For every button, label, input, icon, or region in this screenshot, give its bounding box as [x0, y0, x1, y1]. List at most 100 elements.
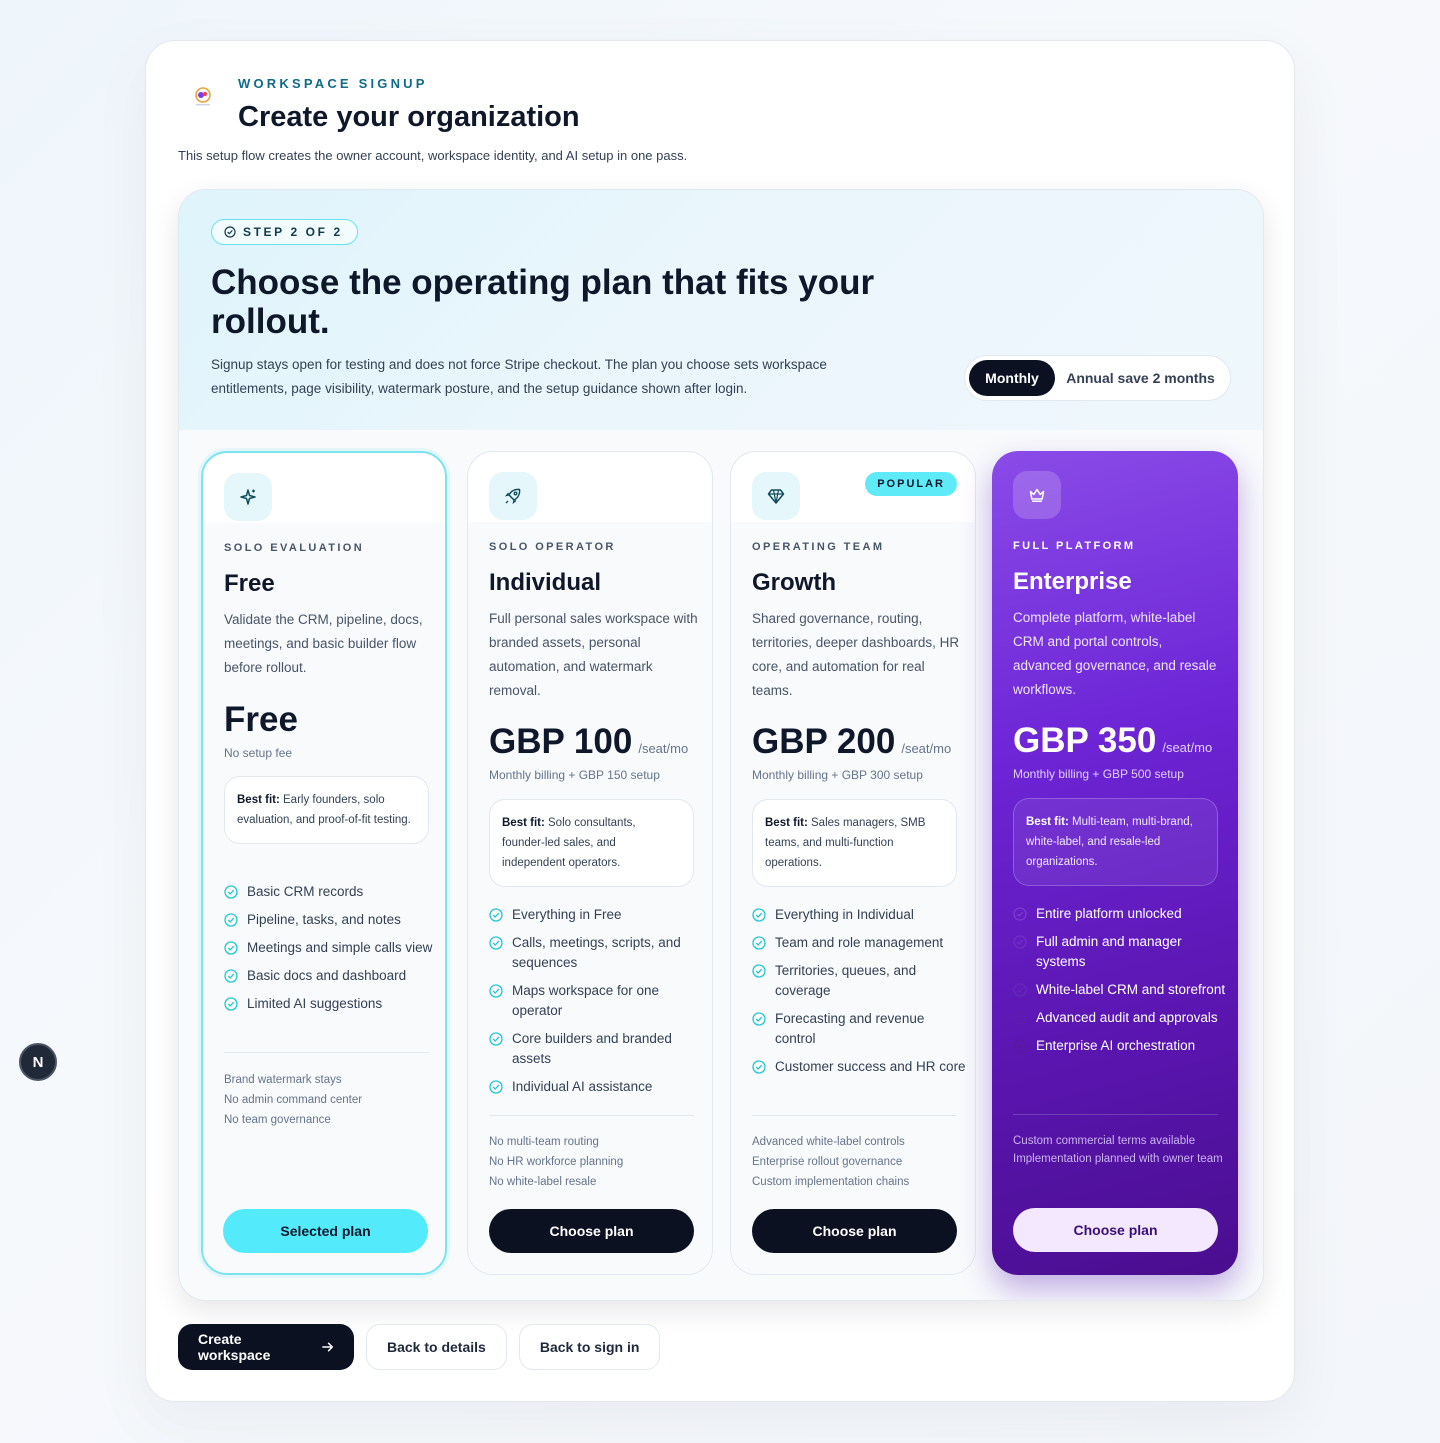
section-eyebrow: WORKSPACE SIGNUP	[238, 76, 428, 91]
hero-title: Choose the operating plan that fits your…	[211, 263, 875, 341]
feature-item: Calls, meetings, scripts, and sequences	[489, 933, 704, 973]
plan-tier: SOLO OPERATOR	[489, 541, 616, 553]
billing-annual-button[interactable]: Annual save 2 months	[1055, 360, 1226, 396]
brand-logo-icon	[195, 87, 211, 106]
check-circle-icon	[752, 964, 766, 978]
plan-price: GBP 200	[752, 722, 896, 761]
check-circle-icon	[489, 984, 503, 998]
plan-limits: Custom commercial terms available Implem…	[1013, 1135, 1223, 1165]
feature-item: Advanced audit and approvals	[1013, 1008, 1228, 1028]
back-to-details-button[interactable]: Back to details	[366, 1324, 507, 1370]
check-circle-icon	[489, 908, 503, 922]
plan-name: Growth	[752, 569, 836, 596]
plan-tier: FULL PLATFORM	[1013, 540, 1136, 552]
plan-description: Validate the CRM, pipeline, docs, meetin…	[224, 612, 423, 675]
diamond-icon	[767, 489, 785, 504]
step-badge: STEP 2 OF 2	[211, 219, 358, 245]
feature-item: Meetings and simple calls view	[224, 938, 439, 958]
billing-toggle: Monthly Annual save 2 months	[964, 355, 1231, 401]
plan-panel: STEP 2 OF 2 Choose the operating plan th…	[178, 189, 1264, 1301]
feature-item: Core builders and branded assets	[489, 1029, 704, 1069]
selected-plan-button[interactable]: Selected plan	[223, 1209, 428, 1253]
feature-item: Everything in Free	[489, 905, 704, 925]
form-actions: Create workspace Back to details Back to…	[178, 1324, 661, 1370]
plan-hero: STEP 2 OF 2 Choose the operating plan th…	[179, 190, 1263, 430]
dev-tools-badge[interactable]: N	[19, 1043, 57, 1081]
plan-limits: Brand watermark stays No admin command c…	[224, 1074, 363, 1126]
plan-features: Entire platform unlocked Full admin and …	[1013, 904, 1228, 1064]
plan-features: Everything in Free Calls, meetings, scri…	[489, 905, 704, 1105]
feature-item: Limited AI suggestions	[224, 994, 439, 1014]
choose-plan-button[interactable]: Choose plan	[752, 1209, 957, 1253]
check-circle-icon	[224, 969, 238, 983]
back-to-sign-in-button[interactable]: Back to sign in	[518, 1324, 661, 1370]
choose-plan-button[interactable]: Choose plan	[1013, 1208, 1218, 1252]
plan-tier: OPERATING TEAM	[752, 541, 885, 553]
plan-price: GBP 100	[489, 722, 633, 761]
hero-description: Signup stays open for testing and does n…	[211, 357, 827, 396]
feature-item: Pipeline, tasks, and notes	[224, 910, 439, 930]
plan-price-unit: /seat/mo	[638, 741, 689, 756]
plan-best-fit: Best fit: Multi-team, multi-brand, white…	[1013, 798, 1218, 886]
page-subtitle: This setup flow creates the owner accoun…	[178, 148, 688, 163]
feature-item: Customer success and HR core	[752, 1057, 967, 1077]
feature-item: Forecasting and revenue control	[752, 1009, 967, 1049]
check-circle-icon	[1013, 983, 1027, 997]
plan-price-note: Monthly billing + GBP 150 setup	[489, 768, 660, 782]
plan-card-free[interactable]: SOLO EVALUATION Free Validate the CRM, p…	[201, 451, 447, 1275]
check-circle-icon	[1013, 907, 1027, 921]
plan-card-individual[interactable]: SOLO OPERATOR Individual Full personal s…	[467, 451, 713, 1275]
check-circle-icon	[489, 1032, 503, 1046]
check-circle-icon	[752, 908, 766, 922]
plan-best-fit: Best fit: Solo consultants, founder-led …	[489, 799, 694, 887]
check-circle-icon	[224, 226, 236, 238]
feature-item: Basic CRM records	[224, 882, 439, 902]
plan-name: Enterprise	[1013, 568, 1132, 595]
plan-tier: SOLO EVALUATION	[224, 542, 365, 554]
plan-best-fit: Best fit: Early founders, solo evaluatio…	[224, 776, 429, 844]
plan-limits: No multi-team routing No HR workforce pl…	[489, 1136, 624, 1188]
check-circle-icon	[489, 1080, 503, 1094]
check-circle-icon	[224, 885, 238, 899]
plan-name: Individual	[489, 569, 602, 596]
plan-card-growth[interactable]: POPULAR OPERATING TEAM Growth Shared gov…	[730, 451, 976, 1275]
plan-limits: Advanced white-label controls Enterprise…	[752, 1136, 910, 1188]
plan-price-unit: /seat/mo	[901, 741, 952, 756]
sparkles-icon	[240, 489, 256, 505]
check-circle-icon	[489, 936, 503, 950]
plan-best-fit: Best fit: Sales managers, SMB teams, and…	[752, 799, 957, 887]
check-circle-icon	[1013, 1039, 1027, 1053]
popular-badge: POPULAR	[865, 472, 957, 496]
plan-features: Basic CRM records Pipeline, tasks, and n…	[224, 882, 439, 1022]
feature-item: Everything in Individual	[752, 905, 967, 925]
check-circle-icon	[752, 936, 766, 950]
page-title: Create your organization	[238, 101, 580, 133]
check-circle-icon	[224, 941, 238, 955]
feature-item: Territories, queues, and coverage	[752, 961, 967, 1001]
check-circle-icon	[752, 1012, 766, 1026]
check-circle-icon	[1013, 1011, 1027, 1025]
feature-item: White-label CRM and storefront	[1013, 980, 1228, 1000]
feature-item: Entire platform unlocked	[1013, 904, 1228, 924]
plan-description: Shared governance, routing, territories,…	[752, 611, 960, 698]
check-circle-icon	[752, 1060, 766, 1074]
rocket-icon	[504, 488, 521, 505]
check-circle-icon	[224, 997, 238, 1011]
plan-price: Free	[224, 700, 298, 739]
billing-monthly-button[interactable]: Monthly	[969, 360, 1055, 396]
plan-name: Free	[224, 570, 275, 597]
feature-item: Full admin and manager systems	[1013, 932, 1228, 972]
choose-plan-button[interactable]: Choose plan	[489, 1209, 694, 1253]
feature-item: Enterprise AI orchestration	[1013, 1036, 1228, 1056]
check-circle-icon	[1013, 935, 1027, 949]
plan-price-unit: /seat/mo	[1162, 740, 1213, 755]
plan-features: Everything in Individual Team and role m…	[752, 905, 967, 1085]
feature-item: Maps workspace for one operator	[489, 981, 704, 1021]
plan-price-note: Monthly billing + GBP 300 setup	[752, 768, 923, 782]
feature-item: Individual AI assistance	[489, 1077, 704, 1097]
plan-description: Full personal sales workspace with brand…	[489, 611, 698, 698]
create-workspace-button[interactable]: Create workspace	[178, 1324, 354, 1370]
plan-card-enterprise[interactable]: FULL PLATFORM Enterprise Complete platfo…	[992, 451, 1238, 1275]
feature-item: Team and role management	[752, 933, 967, 953]
step-label: STEP 2 OF 2	[243, 225, 343, 239]
